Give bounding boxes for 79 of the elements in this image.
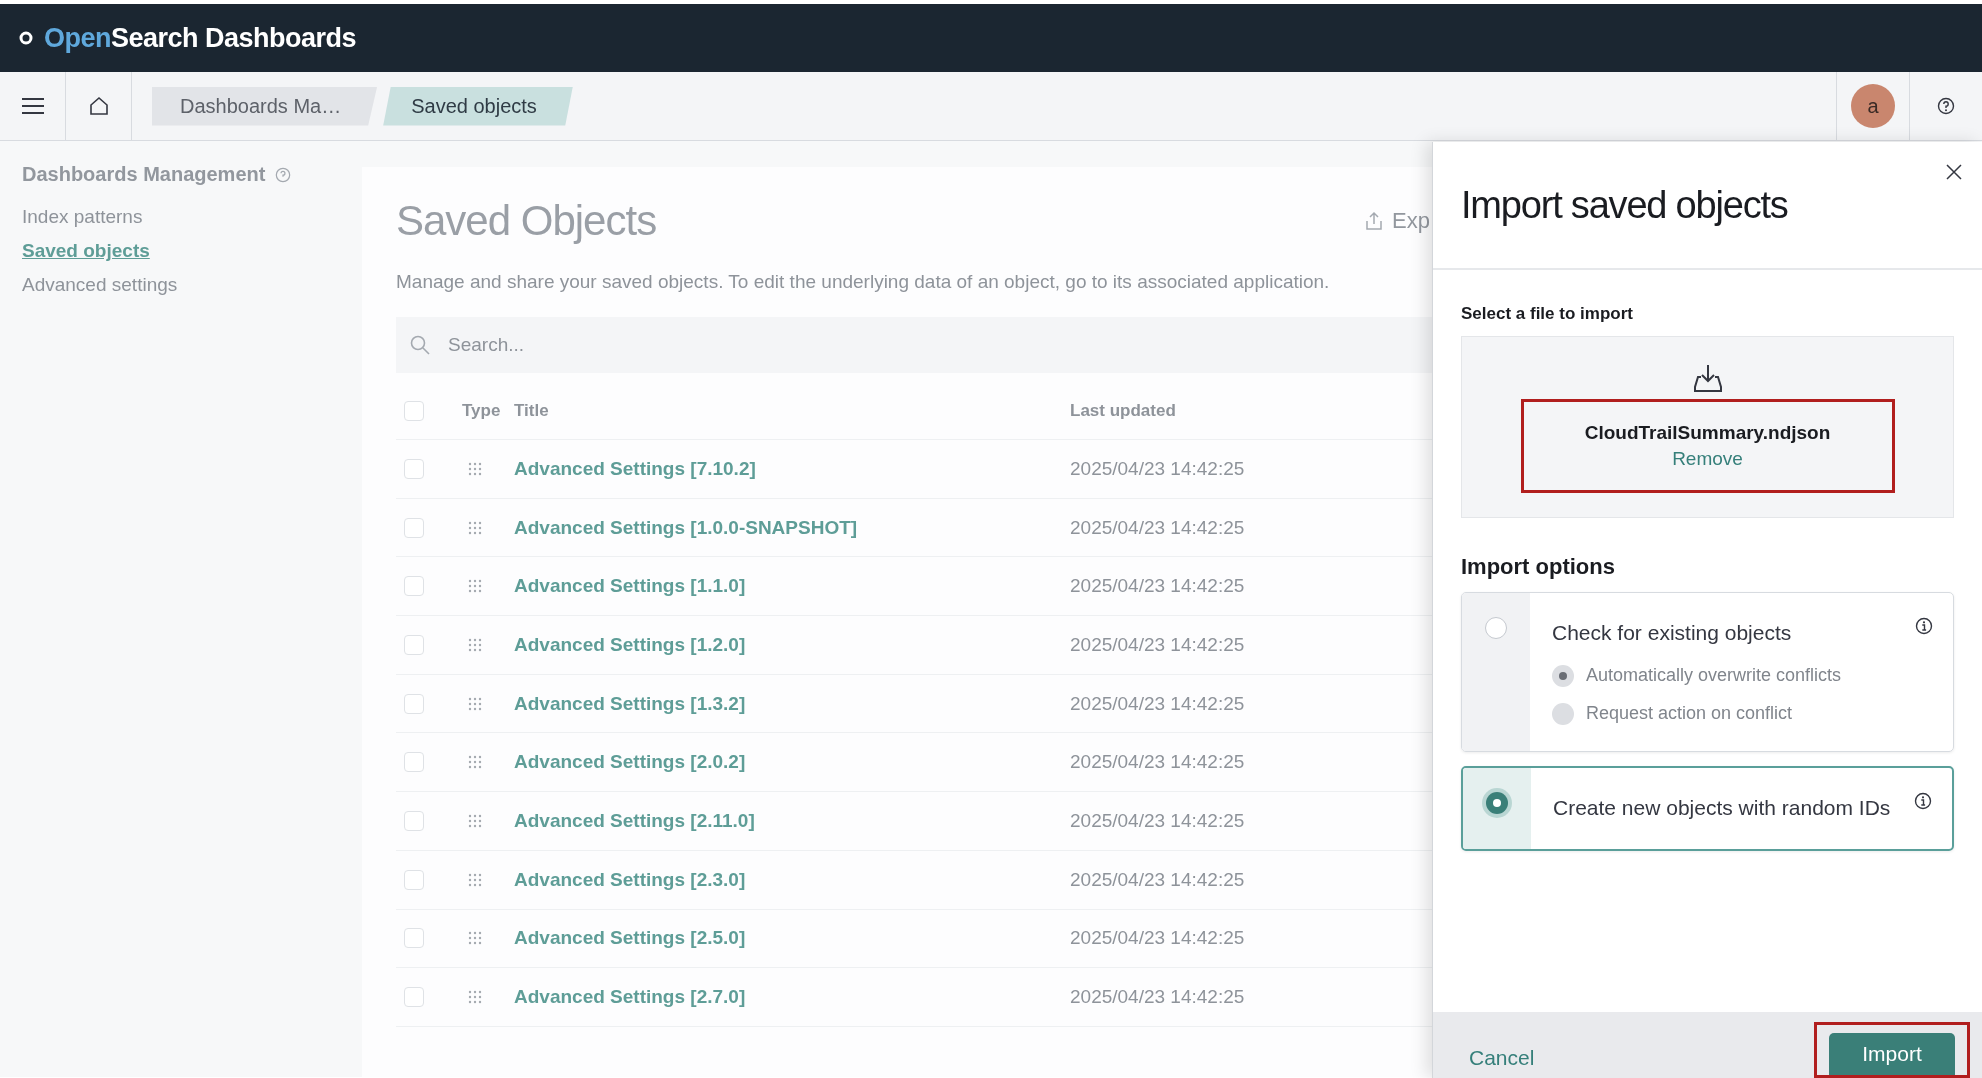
radio-label: Request action on conflict	[1586, 703, 1793, 724]
table-cell-text: 2025/04/23 14:42:25	[1070, 986, 1246, 1009]
grid-dots-icon	[468, 461, 482, 476]
grid-dots-icon	[468, 579, 482, 594]
sidebar-item[interactable]: Advanced settings	[22, 274, 308, 296]
column-header[interactable]: Title	[514, 401, 1070, 421]
home-icon	[88, 96, 109, 116]
checkbox[interactable]	[404, 517, 424, 538]
info-icon[interactable]	[1914, 791, 1932, 810]
object-title-link[interactable]: Advanced Settings [7.10.2]	[514, 457, 1070, 480]
table-cell-text: 2025/04/23 14:42:25	[1070, 751, 1246, 774]
grid-dots-icon	[468, 931, 482, 946]
grid-dots-icon	[468, 755, 482, 770]
object-title-link[interactable]: Advanced Settings [1.2.0]	[514, 633, 1070, 656]
checkbox[interactable]	[404, 458, 424, 479]
radio-button[interactable]	[1485, 617, 1507, 639]
grid-dots-icon	[468, 520, 482, 535]
search-field[interactable]: Search...	[396, 317, 1432, 373]
export-button[interactable]: Exp	[1364, 208, 1432, 234]
checkbox[interactable]	[404, 752, 424, 773]
checkbox[interactable]	[404, 869, 424, 890]
option-label: Create new objects with random IDs	[1553, 794, 1892, 821]
checkbox[interactable]	[404, 928, 424, 949]
sidebar-item[interactable]: Index patterns	[22, 206, 308, 228]
table-cell-text: 2025/04/23 14:42:25	[1070, 809, 1246, 832]
breadcrumb[interactable]: Saved objects	[383, 86, 573, 126]
table-cell-text: 2025/04/23 14:42:25	[1070, 927, 1246, 950]
option-label: Check for existing objects	[1552, 620, 1793, 646]
page-title: Saved Objects	[396, 197, 657, 245]
breadcrumb[interactable]: Dashboards Ma…	[152, 86, 378, 126]
user-avatar[interactable]: a	[1851, 84, 1895, 128]
field-label: Select a file to import	[1461, 304, 1634, 324]
object-title-link[interactable]: Advanced Settings [2.5.0]	[514, 927, 1070, 950]
search-icon	[410, 335, 430, 355]
object-title-link[interactable]: Advanced Settings [2.11.0]	[514, 809, 1070, 832]
table-cell-text: 2025/04/23 14:42:25	[1070, 633, 1246, 656]
column-header[interactable]: Last updated	[1070, 401, 1270, 421]
file-drop-zone[interactable]: CloudTrailSummary.ndjson Remove	[1461, 336, 1954, 518]
section-heading: Import options	[1461, 554, 1616, 580]
option-card[interactable]: Create new objects with random IDs	[1461, 765, 1954, 851]
object-title-link[interactable]: Advanced Settings [2.3.0]	[514, 868, 1070, 891]
checkbox[interactable]	[404, 576, 424, 597]
checkbox[interactable]	[404, 810, 424, 831]
table-cell-text: 2025/04/23 14:42:25	[1070, 457, 1246, 480]
object-title-link[interactable]: Advanced Settings [2.7.0]	[514, 986, 1070, 1009]
object-title-link[interactable]: Advanced Settings [1.1.0]	[514, 575, 1070, 598]
object-title-link[interactable]: Advanced Settings [1.3.2]	[514, 692, 1070, 715]
table-cell-text: 2025/04/23 14:42:25	[1070, 692, 1246, 715]
grid-dots-icon	[468, 872, 482, 887]
checkbox[interactable]	[404, 693, 424, 714]
checkbox[interactable]	[404, 987, 424, 1008]
radio-label: Automatically overwrite conflicts	[1586, 665, 1842, 686]
object-title-link[interactable]: Advanced Settings [2.0.2]	[514, 751, 1070, 774]
radio-button[interactable]	[1486, 791, 1508, 814]
upload-icon	[1364, 211, 1385, 231]
info-icon[interactable]	[1915, 617, 1933, 635]
import-button[interactable]: Import	[1829, 1033, 1955, 1075]
column-header[interactable]: Type	[462, 401, 514, 421]
grid-dots-icon	[468, 696, 482, 711]
cancel-button[interactable]: Cancel	[1469, 1046, 1535, 1078]
table-cell-text: 2025/04/23 14:42:25	[1070, 575, 1246, 598]
table-cell-text: 2025/04/23 14:42:25	[1070, 516, 1246, 539]
download-tray-icon	[1691, 363, 1724, 393]
sidebar-title: Dashboards Management	[22, 163, 266, 186]
table-cell-text: 2025/04/23 14:42:25	[1070, 868, 1246, 891]
menu-icon	[21, 97, 44, 115]
checkbox[interactable]	[404, 401, 424, 421]
grid-dots-icon	[468, 813, 482, 828]
object-title-link[interactable]: Advanced Settings [1.0.0-SNAPSHOT]	[514, 516, 1070, 539]
sidebar-item[interactable]: Saved objects	[22, 240, 308, 262]
app-logo[interactable]: OpenSearch Dashboards	[14, 22, 357, 54]
help-icon[interactable]	[1937, 97, 1955, 115]
file-name: CloudTrailSummary.ndjson	[1584, 422, 1831, 444]
remove-link[interactable]: Remove	[1672, 448, 1743, 470]
checkbox[interactable]	[404, 634, 424, 655]
page-description: Manage and share your saved objects. To edit the underlying data of an object, go to its associated application.	[396, 271, 1331, 293]
grid-dots-icon	[468, 990, 482, 1005]
grid-dots-icon	[468, 637, 482, 652]
flyout-title: Import saved objects	[1461, 183, 1788, 227]
